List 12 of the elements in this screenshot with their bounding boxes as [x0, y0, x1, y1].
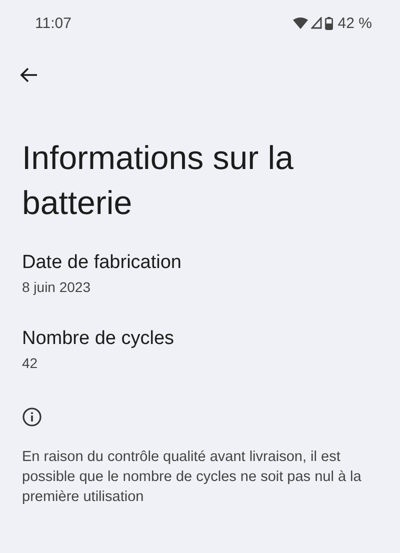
battery-icon [324, 16, 333, 30]
item-label: Date de fabrication [22, 251, 182, 275]
item-label: Nombre de cycles [22, 327, 176, 351]
info-icon [22, 407, 42, 427]
page-title: Informations sur la batterie [22, 138, 294, 223]
info-text: En raison du contrôle qualité avant livraison, il est possible que le nombre de cycles ne soit pas nul à la première utilisation [22, 448, 362, 507]
battery-percentage: 42 % [338, 14, 372, 32]
item-value: 8 juin 2023 [22, 278, 92, 297]
item-value: 42 [22, 354, 39, 373]
wifi-icon [292, 17, 308, 29]
status-time: 11:07 [35, 14, 72, 32]
signal-icon [310, 17, 322, 29]
